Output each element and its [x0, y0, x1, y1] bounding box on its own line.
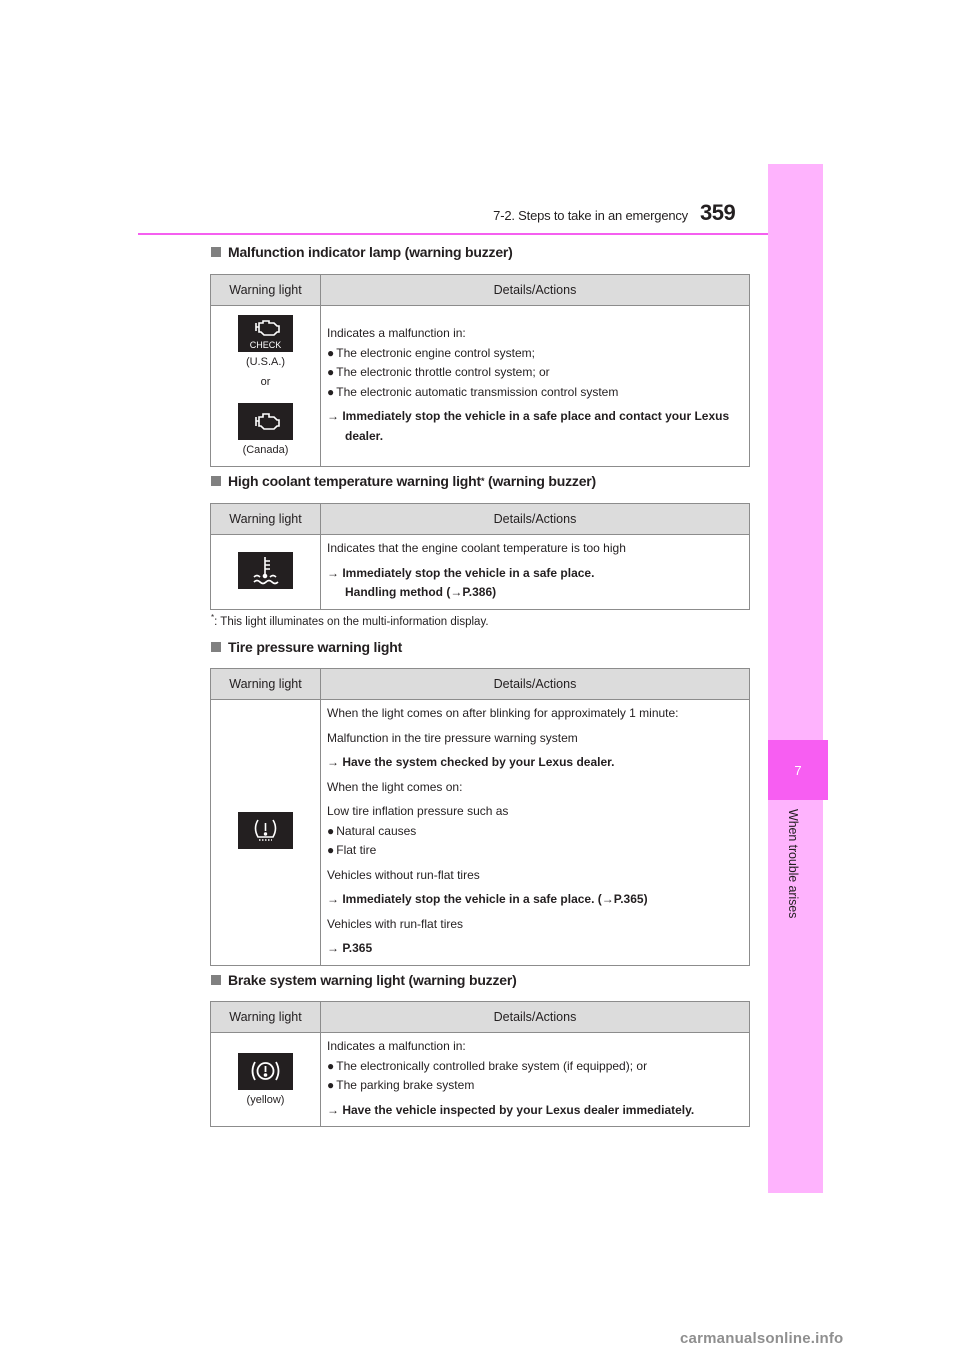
details-line: Low tire inflation pressure such as — [327, 804, 509, 818]
details-bullet: Natural causes — [327, 822, 743, 842]
icon-caption-canada: (Canada) — [242, 444, 289, 456]
square-bullet-icon — [211, 247, 221, 257]
chapter-number[interactable]: 7 — [768, 740, 828, 800]
square-bullet-icon — [211, 975, 221, 985]
col-header-warning-light: Warning light — [210, 274, 321, 306]
icon-caption-usa: (U.S.A.) — [245, 356, 286, 368]
col-header-warning-light: Warning light — [210, 668, 321, 700]
col-header-warning-light: Warning light — [210, 1001, 321, 1033]
details-cell: Indicates a malfunction in: The electron… — [320, 1032, 750, 1127]
icon-caption-color: (yellow) — [246, 1093, 285, 1106]
details-cell: Indicates a malfunction in: The electron… — [320, 305, 750, 467]
details-action: → Have the system checked by your Lexus … — [327, 755, 615, 769]
details-bullet: Flat tire — [327, 841, 743, 861]
section-title-text: Malfunction indicator lamp (warning buzz… — [228, 244, 513, 260]
details-line: Malfunction in the tire pressure warning… — [327, 730, 578, 745]
details-intro: Indicates that the engine coolant temper… — [327, 541, 626, 555]
details-line: When the light comes on: — [327, 779, 463, 794]
chapter-title: When trouble arises — [786, 809, 800, 919]
square-bullet-icon — [211, 476, 221, 486]
warning-light-cell: CHECK (U.S.A.) or (Canada) — [210, 305, 321, 467]
warning-table-brake: Warning light Details/Actions (yellow) I… — [210, 1001, 750, 1127]
section-heading-malfunction: Malfunction indicator lamp (warning buzz… — [211, 244, 513, 260]
section-title-text: Brake system warning light (warning buzz… — [228, 972, 517, 988]
col-header-details: Details/Actions — [320, 668, 750, 700]
details-bullet: The electronic throttle control system; … — [327, 363, 743, 383]
details-intro: Indicates a malfunction in: — [327, 326, 466, 340]
details-action: → Immediately stop the vehicle in a safe… — [327, 565, 595, 580]
details-action: → Immediately stop the vehicle in a safe… — [327, 409, 730, 423]
details-cell: When the light comes on after blinking f… — [320, 699, 750, 966]
details-action-cont: dealer. — [345, 428, 384, 443]
details-cell: Indicates that the engine coolant temper… — [320, 534, 750, 610]
chapter-side-tab: 7 When trouble arises — [768, 164, 828, 1193]
section-heading-brake: Brake system warning light (warning buzz… — [211, 972, 517, 988]
watermark: carmanualsonline.info — [680, 1330, 844, 1347]
details-line: When the light comes on after blinking f… — [327, 706, 679, 720]
engine-icon — [238, 403, 293, 440]
details-line: Vehicles with run-flat tires — [327, 916, 464, 931]
col-header-warning-light: Warning light — [210, 503, 321, 535]
details-bullet: The parking brake system — [327, 1076, 743, 1096]
col-header-details: Details/Actions — [320, 1001, 750, 1033]
section-title: 7-2. Steps to take in an emergency — [493, 208, 688, 223]
details-bullet: The electronically controlled brake syst… — [327, 1057, 743, 1077]
details-action: → P.365 — [327, 941, 373, 955]
details-action-cont[interactable]: Handling method (→P.386) — [327, 583, 743, 603]
details-bullet: The electronic automatic transmission co… — [327, 383, 743, 403]
coolant-temperature-icon — [238, 551, 293, 589]
warning-light-cell — [210, 699, 321, 966]
warning-light-cell — [210, 534, 321, 610]
warning-light-cell: (yellow) — [210, 1032, 321, 1127]
tire-pressure-icon — [238, 812, 293, 850]
col-header-details: Details/Actions — [320, 274, 750, 306]
header-divider — [138, 233, 768, 235]
details-line: Vehicles without run-flat tires — [327, 867, 480, 882]
details-bullet: The electronic engine control system; — [327, 344, 743, 364]
footnote-text: : This light illuminates on the multi-in… — [214, 615, 489, 628]
footnote: *: This light illuminates on the multi-i… — [211, 613, 489, 628]
check-engine-icon: CHECK — [238, 315, 293, 352]
col-header-details: Details/Actions — [320, 503, 750, 535]
section-title-text: Tire pressure warning light — [228, 639, 403, 655]
details-intro: Indicates a malfunction in: — [327, 1039, 466, 1053]
brake-system-icon — [238, 1052, 293, 1090]
section-heading-coolant: High coolant temperature warning light * … — [211, 473, 596, 489]
warning-table-tire-pressure: Warning light Details/Actions When the l… — [210, 668, 750, 966]
square-bullet-icon — [211, 642, 221, 652]
details-action: → Have the vehicle inspected by your Lex… — [327, 1102, 695, 1117]
warning-table-coolant: Warning light Details/Actions Indicates … — [210, 503, 750, 610]
page-number: 359 — [700, 200, 736, 225]
section-title-text: High coolant temperature warning light — [228, 473, 481, 489]
svg-text:CHECK: CHECK — [250, 340, 282, 350]
section-title-suffix: (warning buzzer) — [484, 473, 597, 489]
section-heading-tire-pressure: Tire pressure warning light — [211, 639, 402, 655]
warning-table-malfunction: Warning light Details/Actions CHECK (U.S… — [210, 274, 750, 467]
icon-separator: or — [260, 376, 271, 388]
details-action: → Immediately stop the vehicle in a safe… — [327, 892, 648, 906]
